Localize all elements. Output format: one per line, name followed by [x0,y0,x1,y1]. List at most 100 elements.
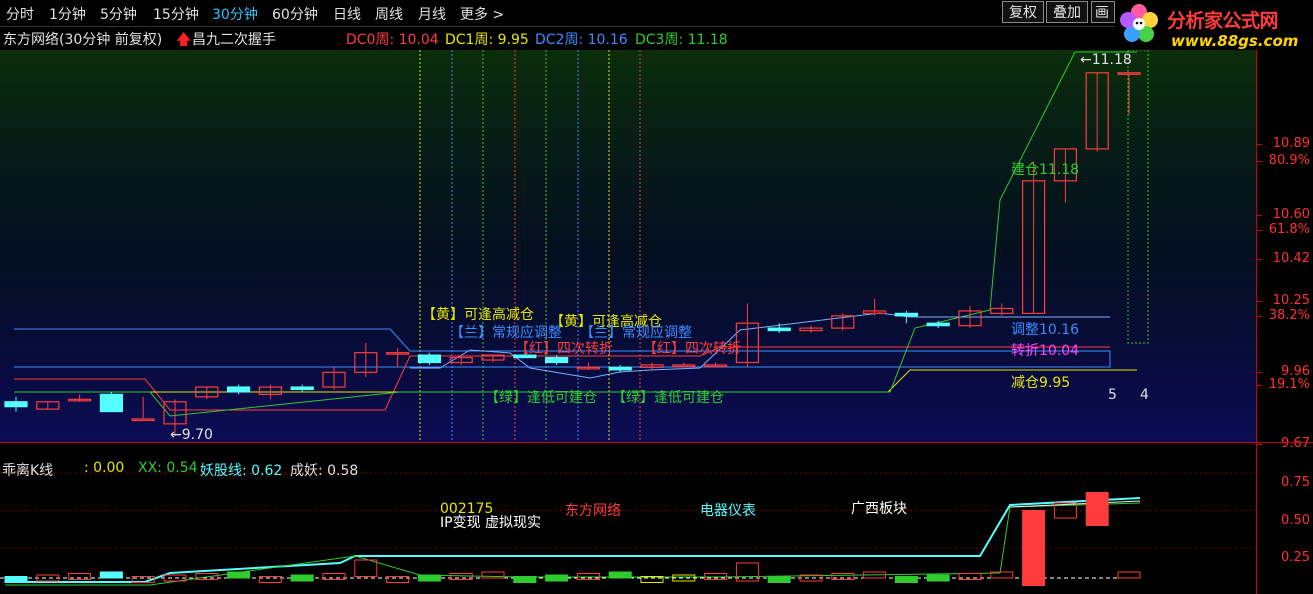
candle-body-19 [608,366,632,371]
lower-bar-34 [1085,492,1109,526]
signal-label-hong-1: 【红】四次转折 [515,341,613,357]
logo-title: 分析家公式网 [1167,10,1279,32]
candle-body-3 [99,393,124,413]
dc3-value: DC3周: 11.18 [635,32,728,48]
lower-bar-35 [1117,571,1141,579]
lower-bar-29 [926,574,950,582]
draw-button[interactable]: 画 [1091,1,1115,23]
lower-bar-28 [894,576,918,583]
candle-body-29 [926,322,950,327]
signal-label-hong-2: 【红】四次转折 [643,341,741,357]
price-tick-4: 10.42 [1272,251,1310,267]
tab-fenshi[interactable]: 分时 [6,4,34,24]
lower-bar-18 [576,573,600,580]
stock-title: 东方网络(30分钟 前复权) [3,32,163,48]
price-tick-2: 10.60 [1272,207,1310,223]
indicator-name: 昌九二次握手 [192,32,276,48]
lower-bar-10 [322,573,346,580]
lower-bar-21 [672,574,696,582]
lower-bar-3 [99,571,123,579]
chengyao-value: 成妖: 0.58 [290,463,359,479]
price-tick-1: 80.9% [1268,153,1310,169]
count-a: 5 [1108,387,1117,403]
tab-more[interactable]: 更多 > [460,4,504,24]
price-tick-8: 19.1% [1268,376,1310,392]
candle-body-7 [227,386,251,393]
signal-label-lan-2: 【兰】常规应调整 [580,324,692,341]
build-line [14,51,1137,417]
fuquan-button[interactable]: 复权 [1002,1,1044,23]
yaogu-value: 妖股线: 0.62 [200,463,283,479]
zhuanzhe-label: 转折10.04 [1011,343,1079,359]
lower-tick-1: 0.50 [1281,512,1310,528]
candle-body-28 [894,312,919,317]
price-tick-mark-5 [1257,301,1262,303]
tab-1min[interactable]: 1分钟 [49,4,86,24]
price-tick-0: 10.89 [1272,135,1310,151]
lower-bar-9 [290,574,314,582]
lower-bar-17 [545,574,569,582]
candlestick-chart: ←11.18←9.70【黄】可逢高减仓 【黄】可逢高减仓【兰】常规应调整 【兰】常规… [4,50,1149,442]
count-b: 4 [1140,387,1149,403]
jiancang-label: 建仓11.18 [1011,162,1079,178]
tab-monthly[interactable]: 月线 [418,4,446,24]
signal-label-huang-1: 【黄】可逢高减仓 [422,306,534,323]
price-tick-5: 10.25 [1272,293,1310,309]
logo-url: www.88gs.com [1171,32,1299,50]
reduce-line [14,369,1137,393]
tab-15min[interactable]: 15分钟 [153,4,199,24]
candle-body-21 [672,364,696,368]
price-tick-mark-0 [1257,143,1262,145]
tab-60min[interactable]: 60分钟 [272,4,318,24]
tab-5min[interactable]: 5分钟 [100,4,137,24]
xx-value: XX: 0.54 [138,460,198,476]
price-tick-mark-9 [1257,443,1262,445]
main-chart-pane[interactable]: ←11.18 ←9.70 【黄】可逢高减仓 【黄】可逢高减仓 【兰】常规应调整 【兰】常规… [0,50,1256,442]
tab-weekly[interactable]: 周线 [375,4,403,24]
lower-bar-14 [449,573,473,580]
lower-value: : 0.00 [84,460,125,476]
candle-body-13 [417,354,441,364]
candle-body-4 [131,418,155,422]
signal-label-lv-2: 【绿】逢低可建仓 [612,390,724,406]
tab-30min[interactable]: 30分钟 [212,4,258,24]
price-tick-mark-2 [1257,215,1262,217]
lower-tick-0: 0.75 [1281,475,1310,490]
diejia-button[interactable]: 叠加 [1046,1,1088,23]
dc2-value: DC2周: 10.16 [535,32,628,48]
lower-bar-24 [767,576,791,583]
industry-label: 电器仪表 [700,503,756,519]
region-label: 广西板块 [851,501,907,517]
lower-bar-1 [36,574,60,582]
lower-bar-23 [735,562,759,582]
lower-bar-2 [68,573,92,580]
price-tick-mark-6 [1257,315,1262,317]
candle-body-9 [290,386,314,391]
chevron-right-icon: > [492,7,505,23]
price-tick-mark-3 [1257,229,1262,231]
signal-label-lan-1: 【兰】常规应调整 [450,324,562,341]
lower-bar-26 [831,573,855,580]
lower-bar-0 [4,576,28,583]
lower-bar-19 [608,571,632,579]
price-tick-mark-4 [1257,259,1262,261]
candle-body-24 [767,327,791,332]
tiaozheng-label: 调整10.16 [1011,322,1079,338]
lower-bar-30 [958,573,982,580]
jiancang2-label: 减仓9.95 [1011,375,1070,391]
indicator-info-bar: 东方网络(30分钟 前复权) 🡅 昌九二次握手 DC0周: 10.04 DC1周… [0,27,1110,49]
candle-body-17 [544,356,569,364]
stock-name: 东方网络 [565,503,621,519]
high-price-marker: ←11.18 [1080,52,1132,68]
tab-daily[interactable]: 日线 [333,4,361,24]
pane-separator[interactable] [0,442,1313,443]
lower-title: 乖离K线 [2,463,54,479]
concept-label: IP变现 虚拟现实 [440,515,541,531]
lower-bar-12 [386,576,410,583]
lower-bar-8 [258,576,282,583]
price-axis: 10.89 80.9% 10.60 61.8% 10.42 10.25 38.2% 9.96 1… [1256,50,1313,594]
price-tick-mark-8 [1257,384,1262,386]
lower-tick-2: 0.25 [1281,550,1310,565]
lower-bar-16 [513,576,537,583]
price-tick-mark-1 [1257,161,1262,163]
